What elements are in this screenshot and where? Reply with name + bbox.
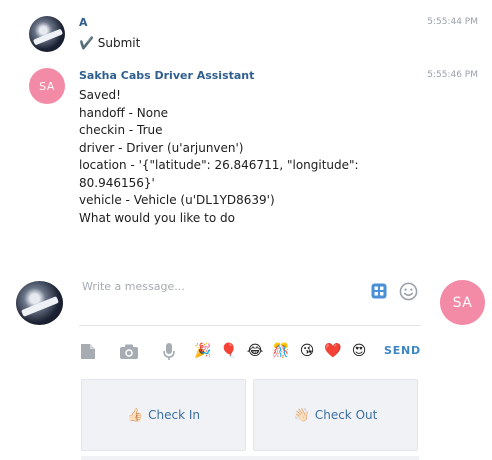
file-icon[interactable] xyxy=(80,340,96,362)
microphone-icon[interactable] xyxy=(162,340,176,362)
message-input-placeholder: Write a message... xyxy=(82,280,185,293)
thumbs-up-emoji: 👍🏻 xyxy=(126,407,144,423)
message-line: Saved! xyxy=(79,88,121,102)
message-body: Saved! handoff - None checkin - True dri… xyxy=(79,87,409,227)
quick-reply-check-in[interactable]: 👍🏻 Check In xyxy=(81,379,246,451)
message-line: driver - Driver (u'arjunven') xyxy=(79,140,244,155)
party-popper-emoji[interactable]: 🎉 xyxy=(193,340,213,362)
message-line: checkin - True xyxy=(79,123,163,137)
message-timestamp: 5:55:44 PM xyxy=(427,17,478,27)
waving-hand-emoji: 👋🏻 xyxy=(293,407,310,423)
quick-reply-row-more xyxy=(81,456,419,460)
quick-reply-label: Check In xyxy=(148,408,201,422)
send-button[interactable]: SEND xyxy=(384,344,421,357)
message-input[interactable]: Write a message... xyxy=(79,276,421,326)
camera-icon[interactable] xyxy=(119,340,139,362)
card-grid-icon[interactable] xyxy=(371,283,387,299)
tears-of-joy-emoji[interactable]: 😂 xyxy=(245,340,265,362)
current-user-avatar xyxy=(16,281,63,325)
balloon-emoji[interactable]: 🎈 xyxy=(219,340,239,362)
message-line: What would you like to do xyxy=(79,210,235,225)
message-line: ✔️ Submit xyxy=(79,36,141,50)
confetti-emoji[interactable]: 🎊 xyxy=(271,340,291,362)
bot-avatar-composer: SA xyxy=(440,280,485,325)
heart-eyes-emoji[interactable]: 😍 xyxy=(349,340,369,362)
message-line: handoff - None xyxy=(79,105,169,120)
message-line: 80.946156}' xyxy=(79,175,155,190)
message-line: vehicle - Vehicle (u'DL1YD8639') xyxy=(79,193,275,207)
kiss-emoji[interactable]: 😘 xyxy=(297,340,317,362)
emoji-picker-icon[interactable] xyxy=(399,282,418,301)
quick-reply-check-out[interactable]: 👋🏻 Check Out xyxy=(253,379,418,451)
heart-emoji[interactable]: ❤️ xyxy=(323,340,343,362)
message-body: ✔️ Submit xyxy=(79,35,409,53)
bot-avatar: SA xyxy=(29,68,65,104)
message-timestamp: 5:55:46 PM xyxy=(427,70,478,80)
message-line: location - '{"latitude": 26.846711, "lon… xyxy=(79,158,359,172)
sender-name: Sakha Cabs Driver Assistant xyxy=(79,69,255,82)
sender-name: A xyxy=(79,16,88,29)
quick-reply-label: Check Out xyxy=(314,408,378,422)
user-avatar xyxy=(29,16,65,52)
